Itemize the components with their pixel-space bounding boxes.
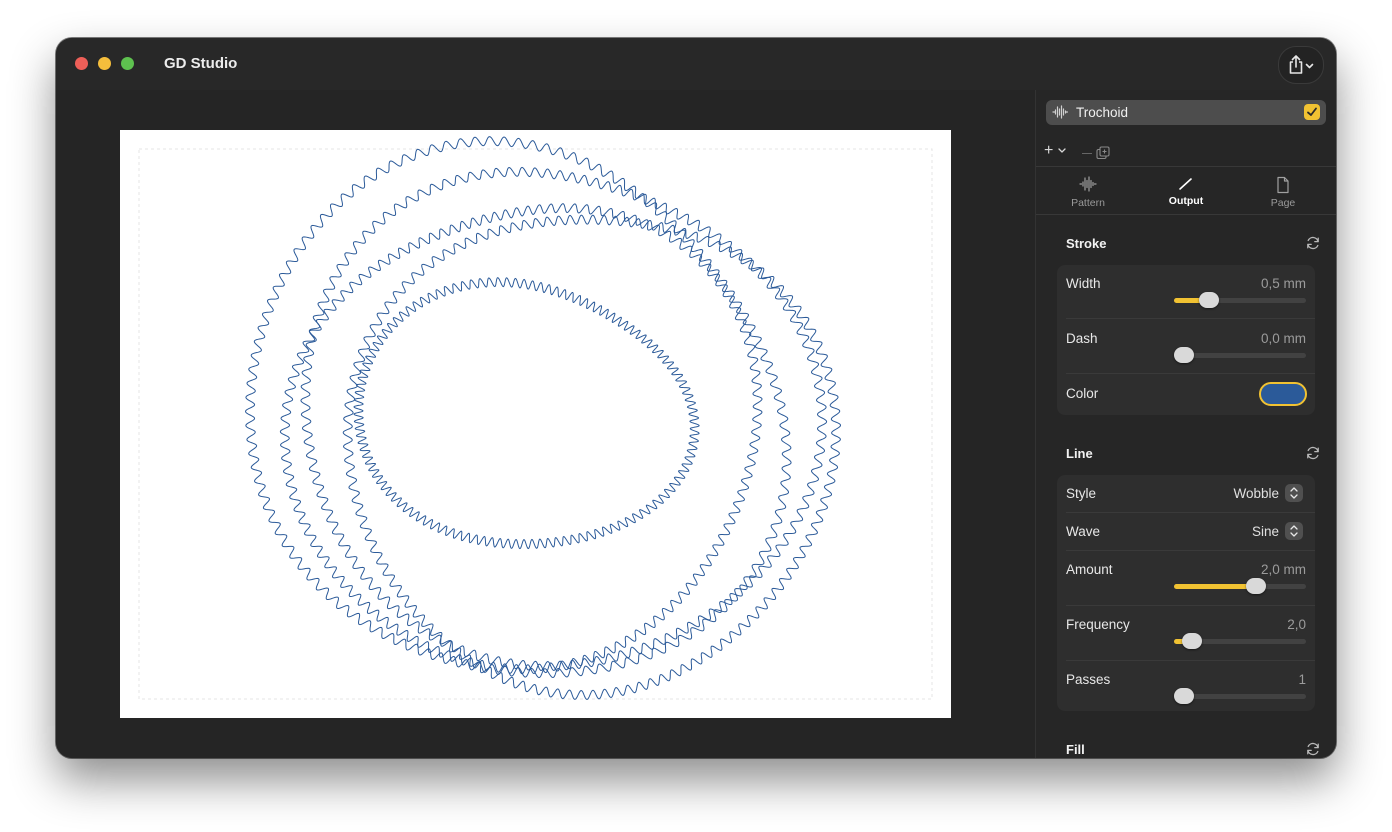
maximize-window-button[interactable] bbox=[121, 57, 134, 70]
frequency-label: Frequency bbox=[1066, 617, 1130, 632]
document-icon bbox=[1277, 176, 1289, 194]
app-window: GD Studio Trochoid + Pattern Output Page… bbox=[56, 38, 1336, 758]
wave-select-value[interactable]: Sine bbox=[1252, 524, 1279, 539]
width-slider[interactable] bbox=[1174, 292, 1306, 308]
trochoid-ring bbox=[244, 136, 792, 679]
dash-slider[interactable] bbox=[1174, 347, 1306, 363]
layer-row-trochoid[interactable]: Trochoid bbox=[1046, 100, 1326, 125]
pen-line-icon bbox=[1179, 178, 1192, 190]
style-select-value[interactable]: Wobble bbox=[1233, 486, 1279, 501]
width-label: Width bbox=[1066, 276, 1101, 291]
dash-label: Dash bbox=[1066, 331, 1098, 346]
trochoid-ring bbox=[300, 166, 828, 672]
canvas-area[interactable] bbox=[56, 90, 1036, 758]
add-layer-button[interactable]: + bbox=[1044, 142, 1053, 160]
remove-layer-button[interactable] bbox=[1082, 153, 1092, 154]
inspector-panel: Trochoid + Pattern Output Page Stroke Wi… bbox=[1035, 90, 1336, 758]
section-title-stroke: Stroke bbox=[1066, 236, 1107, 251]
amount-label: Amount bbox=[1066, 562, 1113, 577]
waveform-icon bbox=[1079, 176, 1097, 192]
section-title-fill: Fill bbox=[1066, 742, 1085, 757]
inspector-tabs: Pattern Output Page bbox=[1036, 167, 1336, 214]
reset-icon[interactable] bbox=[1305, 235, 1321, 251]
minimize-window-button[interactable] bbox=[98, 57, 111, 70]
dash-value: 0,0 mm bbox=[1260, 331, 1306, 346]
divider bbox=[1036, 214, 1336, 215]
paper-page[interactable] bbox=[120, 130, 951, 718]
divider bbox=[1066, 660, 1315, 661]
duplicate-layer-icon[interactable] bbox=[1096, 146, 1110, 160]
layer-name: Trochoid bbox=[1076, 105, 1129, 120]
divider bbox=[1066, 373, 1315, 374]
slider-knob[interactable] bbox=[1181, 633, 1202, 649]
divider bbox=[1066, 512, 1315, 513]
frequency-value: 2,0 bbox=[1287, 617, 1306, 632]
checkmark-icon bbox=[1307, 107, 1317, 116]
page-margin-guide bbox=[138, 148, 933, 700]
passes-slider[interactable] bbox=[1174, 688, 1306, 704]
color-label: Color bbox=[1066, 386, 1099, 401]
reset-icon[interactable] bbox=[1305, 445, 1321, 461]
waveform-icon bbox=[1052, 105, 1068, 119]
divider bbox=[1066, 550, 1315, 551]
stroke-settings-group: Width 0,5 mm Dash 0,0 mm Color bbox=[1057, 265, 1315, 415]
amount-slider[interactable] bbox=[1174, 578, 1306, 594]
divider bbox=[1066, 318, 1315, 319]
style-label: Style bbox=[1066, 486, 1097, 501]
share-button[interactable] bbox=[1278, 46, 1324, 84]
slider-knob[interactable] bbox=[1245, 578, 1266, 594]
trochoid-rings bbox=[244, 136, 842, 700]
layer-enabled-checkbox[interactable] bbox=[1304, 104, 1320, 120]
amount-value: 2,0 mm bbox=[1260, 562, 1306, 577]
slider-knob[interactable] bbox=[1174, 688, 1194, 704]
line-settings-group: Style Wobble Wave Sine Amount 2,0 mm Fre… bbox=[1057, 475, 1315, 711]
app-title: GD Studio bbox=[164, 55, 238, 72]
tab-label: Output bbox=[1168, 195, 1204, 207]
slider-knob[interactable] bbox=[1198, 292, 1219, 308]
wave-select-stepper[interactable] bbox=[1285, 522, 1303, 540]
trochoid-ring bbox=[353, 277, 700, 550]
up-down-chevron-icon bbox=[1290, 487, 1298, 499]
trochoid-ring bbox=[342, 214, 842, 700]
color-swatch[interactable] bbox=[1259, 382, 1307, 406]
close-window-button[interactable] bbox=[75, 57, 88, 70]
title-bar: GD Studio bbox=[56, 38, 1336, 90]
frequency-slider[interactable] bbox=[1174, 633, 1306, 649]
tab-label: Page bbox=[1270, 197, 1296, 209]
up-down-chevron-icon bbox=[1290, 525, 1298, 537]
divider bbox=[1066, 605, 1315, 606]
trochoid-ring bbox=[279, 203, 763, 675]
passes-value: 1 bbox=[1298, 672, 1306, 687]
tab-label: Pattern bbox=[1071, 197, 1105, 209]
section-title-line: Line bbox=[1066, 446, 1093, 461]
tab-output[interactable]: Output bbox=[1136, 167, 1236, 214]
wave-label: Wave bbox=[1066, 524, 1101, 539]
width-value: 0,5 mm bbox=[1260, 276, 1306, 291]
share-icon bbox=[1289, 55, 1314, 74]
tab-pattern[interactable]: Pattern bbox=[1038, 167, 1138, 214]
tab-page[interactable]: Page bbox=[1233, 167, 1333, 214]
trochoid-drawing bbox=[138, 136, 933, 700]
reset-icon[interactable] bbox=[1305, 741, 1321, 757]
passes-label: Passes bbox=[1066, 672, 1111, 687]
slider-fill bbox=[1174, 584, 1256, 589]
slider-knob[interactable] bbox=[1174, 347, 1194, 363]
chevron-down-icon[interactable] bbox=[1058, 148, 1066, 154]
style-select-stepper[interactable] bbox=[1285, 484, 1303, 502]
